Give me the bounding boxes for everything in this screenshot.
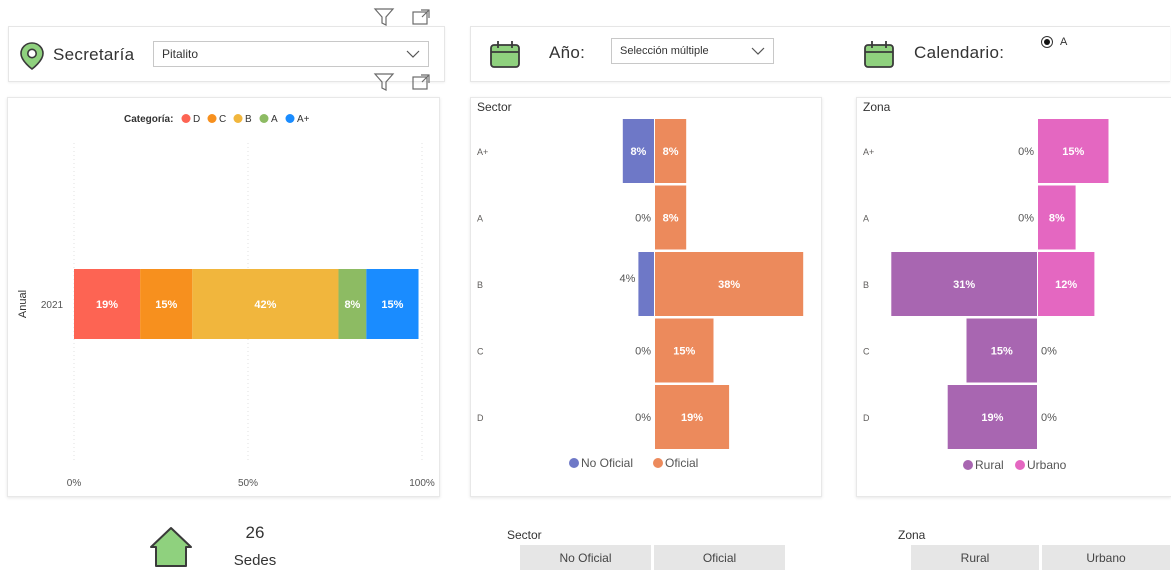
category-label: B — [863, 280, 869, 290]
anio-dropdown[interactable]: Selección múltiple — [611, 38, 774, 64]
legend-label: No Oficial — [581, 456, 633, 470]
data-label: 0% — [635, 346, 651, 358]
data-label: 19% — [981, 412, 1003, 424]
legend-marker — [653, 458, 663, 468]
category-label: 2021 — [41, 300, 64, 311]
chevron-down-icon — [751, 47, 765, 55]
calendar-icon — [490, 41, 520, 68]
filter-icon[interactable] — [373, 72, 395, 92]
category-label: C — [863, 347, 870, 357]
radio-selected-icon — [1041, 36, 1053, 48]
legend-label: Urbano — [1027, 458, 1067, 472]
location-pin-icon — [20, 42, 44, 70]
secretaria-value: Pitalito — [162, 47, 199, 61]
category-label: A — [477, 214, 483, 224]
legend-label: C — [219, 114, 226, 125]
data-label: 8% — [663, 146, 679, 158]
x-tick-label: 100% — [409, 478, 435, 489]
data-label: 15% — [673, 346, 695, 358]
chart-title: Sector — [477, 100, 512, 114]
legend-marker — [207, 114, 217, 123]
focus-mode-icon[interactable] — [410, 7, 432, 27]
data-label: 31% — [953, 279, 975, 291]
calendar-icon — [864, 41, 894, 68]
filter-icon[interactable] — [373, 7, 395, 27]
kpi-value: 26 — [245, 523, 265, 542]
anio-value: Selección múltiple — [620, 45, 709, 57]
chart-title: Zona — [863, 100, 891, 114]
sector-chart-card: Sector A+ 8% 8% A 0% 8% B 4% 38% C 0% 15% D 0% 19% No Of… — [470, 97, 822, 497]
data-label: 38% — [718, 279, 740, 291]
legend-marker — [233, 114, 243, 123]
data-label: 8% — [344, 299, 360, 311]
legend-label: B — [245, 114, 252, 125]
zona-slicer-title: Zona — [898, 528, 926, 542]
legend-label: Rural — [975, 458, 1004, 472]
anio-label: Año: — [549, 43, 586, 62]
category-label: D — [863, 413, 870, 423]
categoria-chart-card: Categoría: D C B A A+ 19% 15% 42% 8% 15% 2021 Anua… — [7, 97, 440, 497]
data-label: 8% — [663, 213, 679, 225]
secretaria-label: Secretaría — [53, 45, 135, 64]
zona-button-urbano[interactable]: Urbano — [1041, 544, 1171, 571]
data-label: 4% — [619, 273, 635, 285]
data-label: 19% — [96, 299, 118, 311]
data-label: 15% — [1062, 146, 1084, 158]
data-label: 15% — [991, 346, 1013, 358]
x-tick-label: 50% — [238, 478, 258, 489]
data-label: 8% — [1049, 213, 1065, 225]
data-label: 12% — [1055, 279, 1077, 291]
sector-slicer-title: Sector — [507, 528, 542, 542]
data-label: 0% — [1018, 146, 1034, 158]
calendario-option: A — [1060, 36, 1068, 48]
legend-label: A — [271, 114, 278, 125]
house-icon — [150, 527, 192, 567]
legend-label: D — [193, 114, 200, 125]
data-label: 8% — [630, 146, 646, 158]
data-label: 0% — [635, 213, 651, 225]
legend-title: Categoría: — [124, 114, 173, 125]
focus-mode-icon[interactable] — [410, 72, 432, 92]
category-label: C — [477, 347, 484, 357]
legend-marker — [285, 114, 295, 123]
category-label: A+ — [477, 147, 488, 157]
legend-label: Oficial — [665, 456, 698, 470]
data-label: 0% — [1018, 213, 1034, 225]
sector-button-oficial[interactable]: Oficial — [653, 544, 786, 571]
legend-label: A+ — [297, 114, 310, 125]
data-label: 19% — [681, 412, 703, 424]
data-label: 0% — [635, 412, 651, 424]
zona-button-rural[interactable]: Rural — [910, 544, 1040, 571]
legend-marker — [963, 460, 973, 470]
bar-no_oficial — [638, 252, 654, 316]
calendario-radio-a[interactable]: A — [1041, 36, 1067, 48]
data-label: 0% — [1041, 412, 1057, 424]
x-tick-label: 0% — [67, 478, 82, 489]
data-label: 0% — [1041, 346, 1057, 358]
legend-marker — [259, 114, 269, 123]
chevron-down-icon — [406, 50, 420, 58]
zona-butterfly-chart: Zona A+ 0% 15% A 0% 8% B 31% 12% C 15% 0% D 19% 0% Rural… — [863, 100, 1109, 472]
y-axis-title: Anual — [17, 290, 29, 318]
anio-slicer: Año: Selección múltiple Calendario: A — [470, 26, 1170, 82]
categoria-stacked-chart: Categoría: D C B A A+ 19% 15% 42% 8% 15% 2021 Anua… — [17, 114, 435, 489]
legend-marker — [181, 114, 191, 123]
kpi-label: Sedes — [233, 552, 277, 569]
category-label: A+ — [863, 147, 874, 157]
legend-marker — [569, 458, 579, 468]
category-label: D — [477, 413, 484, 423]
zona-chart-card: Zona A+ 0% 15% A 0% 8% B 31% 12% C 15% 0% D 19% 0% Rural… — [856, 97, 1171, 497]
sector-butterfly-chart: Sector A+ 8% 8% A 0% 8% B 4% 38% C 0% 15% D 0% 19% No Of… — [477, 100, 804, 470]
category-label: A — [863, 214, 869, 224]
legend-marker — [1015, 460, 1025, 470]
sector-button-no-oficial[interactable]: No Oficial — [519, 544, 652, 571]
calendario-label: Calendario: — [914, 43, 1005, 62]
data-label: 15% — [381, 299, 403, 311]
data-label: 15% — [155, 299, 177, 311]
data-label: 42% — [254, 299, 276, 311]
category-label: B — [477, 280, 483, 290]
secretaria-dropdown[interactable]: Pitalito — [153, 41, 429, 67]
